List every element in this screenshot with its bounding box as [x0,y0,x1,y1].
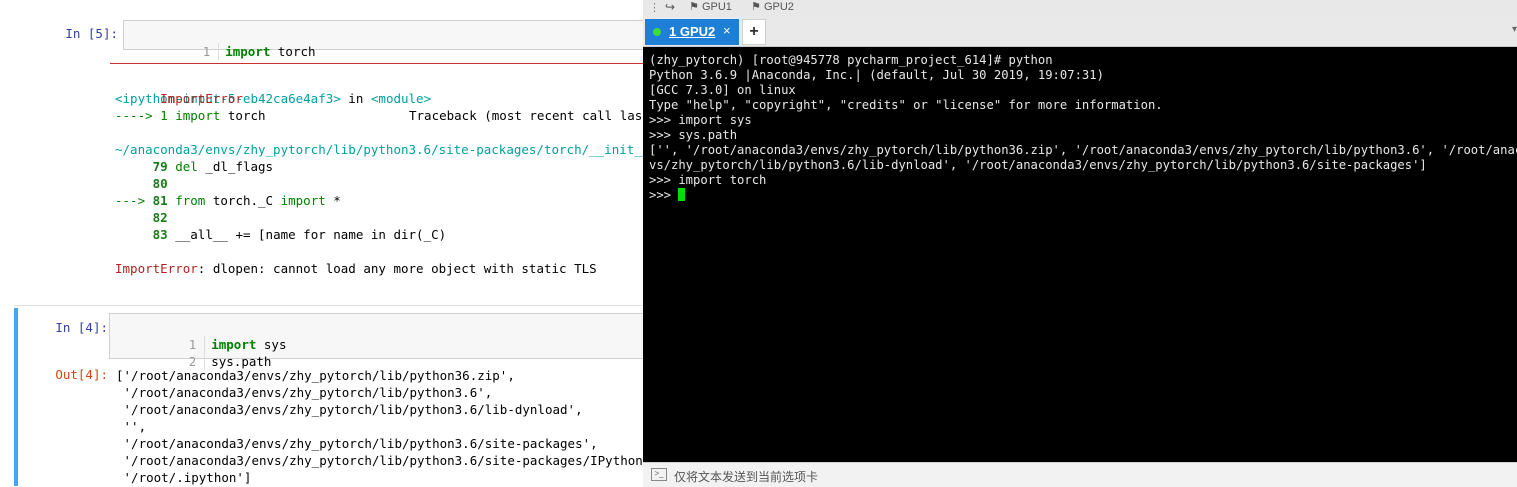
line-number: 1 [170,336,206,353]
line-number: 1 [184,43,220,60]
line-number: 80 [152,176,168,191]
keyword: import [175,108,221,123]
output-line: '/root/anaconda3/envs/zhy_pytorch/lib/py… [116,402,583,417]
terminal-line: (zhy_pytorch) [root@945778 pycharm_proje… [649,53,1053,67]
cell-input-prompt: In [4]: [55,320,108,335]
code-text: __all__ += [name for name in dir(_C) [175,227,447,242]
terminal-top-toolbar: ⋮ ↪ ⚑ GPU1 ⚑ GPU2 [643,0,1517,16]
code-text: * [325,193,341,208]
output-line: '', [116,419,147,434]
session-label: GPU1 [701,1,732,13]
traceback-divider [110,63,643,64]
output-line: '/root/anaconda3/envs/zhy_pytorch/lib/py… [116,436,598,451]
traceback-header: ImportError Traceback (most recent call … [115,73,643,123]
line-number: 82 [152,210,168,225]
terminal-line: Python 3.6.9 |Anaconda, Inc.| (default, … [649,68,1104,82]
traceback-output: ImportError Traceback (most recent call … [115,73,643,288]
error-message: : dlopen: cannot load any more object wi… [197,261,597,276]
terminal-prompt-line: >>> [643,188,1517,203]
traceback-line: 82 [115,209,643,226]
traceback-line: 80 [115,175,643,192]
output-line: '/root/.ipython'] [116,470,252,485]
traceback-title: Traceback (most recent call last) [409,108,643,123]
cell-separator [14,305,643,306]
output-line: ['/root/anaconda3/envs/zhy_pytorch/lib/p… [116,368,515,383]
code-text: _dl_flags [197,159,274,174]
prefix: ---> [115,193,153,208]
keyword: import [225,44,271,59]
prefix [115,227,153,242]
send-to-tab-bar[interactable]: >_ 仅将文本发送到当前选项卡 [643,462,1517,487]
bookmark-icon: ⚑ [689,1,699,13]
terminal-prompt: >>> [649,188,679,202]
output-line: '/root/anaconda3/envs/zhy_pytorch/lib/py… [116,453,643,468]
code-line: 1 import sys [110,319,643,353]
grip-icon: ⋮ [649,2,660,14]
session-gpu1[interactable]: ⚑ GPU1 [689,0,732,13]
cell-output: ['/root/anaconda3/envs/zhy_pytorch/lib/p… [116,367,643,486]
jupyter-notebook-panel: In [5]: 1 import torch ImportError Traceb… [0,0,643,486]
code-line: 1 import torch [124,26,643,60]
close-tab-icon[interactable]: × [723,23,731,38]
prefix [115,176,153,191]
session-gpu2[interactable]: ⚑ GPU2 [751,0,794,13]
tab-list-dropdown-icon[interactable]: ▾ [1512,24,1517,35]
traceback-line: ---> 81 from torch._C import * [115,192,643,209]
error-name: ImportError [160,91,243,106]
connected-status-icon [653,28,661,36]
terminal-line: ['', '/root/anaconda3/envs/zhy_pytorch/l… [649,143,1517,157]
traceback-line: 79 del _dl_flags [115,158,643,175]
tab-label: 1 GPU2 [669,24,716,39]
bookmark-icon: ⚑ [751,1,761,13]
terminal-line: vs/zhy_pytorch/lib/python3.6/lib-dynload… [649,158,1427,172]
code-text: torch._C [205,193,281,208]
keyboard-icon: >_ [651,468,667,481]
code-text: torch [270,44,316,59]
code-text: torch [220,108,266,123]
notebook-cell-4[interactable]: In [4]: 1 import sys 2 sys.path Out[4]: ['… [14,308,643,486]
keyword: import [280,193,326,208]
terminal-line: [GCC 7.3.0] on linux [649,83,796,97]
prefix [115,159,153,174]
line-number: 79 [152,159,168,174]
traceback-line: 83 __all__ += [name for name in dir(_C) [115,226,643,243]
prefix [115,210,153,225]
cell-input-prompt: In [5]: [65,26,118,41]
line-number: 83 [152,227,168,242]
output-line: '/root/anaconda3/envs/zhy_pytorch/lib/py… [116,385,493,400]
terminal-window: ⋮ ↪ ⚑ GPU1 ⚑ GPU2 1 GPU2 × + ▾ (zhy_pyto… [643,0,1517,487]
terminal-line: >>> sys.path [649,128,738,142]
text-cursor [678,188,686,201]
keyword: import [211,337,257,352]
terminal-line: >>> import torch [649,173,767,187]
line-number: 81 [152,193,168,208]
cell-output-prompt: Out[4]: [55,367,108,382]
file-path: ~/anaconda3/envs/zhy_pytorch/lib/python3… [115,142,643,157]
code-text: sys [256,337,287,352]
final-error: ImportError: dlopen: cannot load any mor… [115,260,643,277]
keyword: from [175,193,206,208]
terminal-line: Type "help", "copyright", "credits" or "… [649,98,1163,112]
error-name: ImportError [115,261,198,276]
forward-icon[interactable]: ↪ [665,0,675,14]
tab-gpu2[interactable]: 1 GPU2 × [645,19,739,45]
terminal-screen[interactable]: (zhy_pytorch) [root@945778 pycharm_proje… [643,47,1517,462]
send-hint-text: 仅将文本发送到当前选项卡 [674,470,819,484]
module-ref: <module> [370,91,432,106]
new-tab-button[interactable]: + [742,19,766,45]
in-word: in [340,91,371,106]
code-input-area[interactable]: 1 import torch [123,20,643,60]
terminal-line: >>> import sys [649,113,752,127]
session-label: GPU2 [763,1,794,13]
code-input-area[interactable]: 1 import sys 2 sys.path [109,313,643,370]
terminal-tab-bar: 1 GPU2 × + ▾ [643,16,1517,47]
keyword: del [175,159,198,174]
